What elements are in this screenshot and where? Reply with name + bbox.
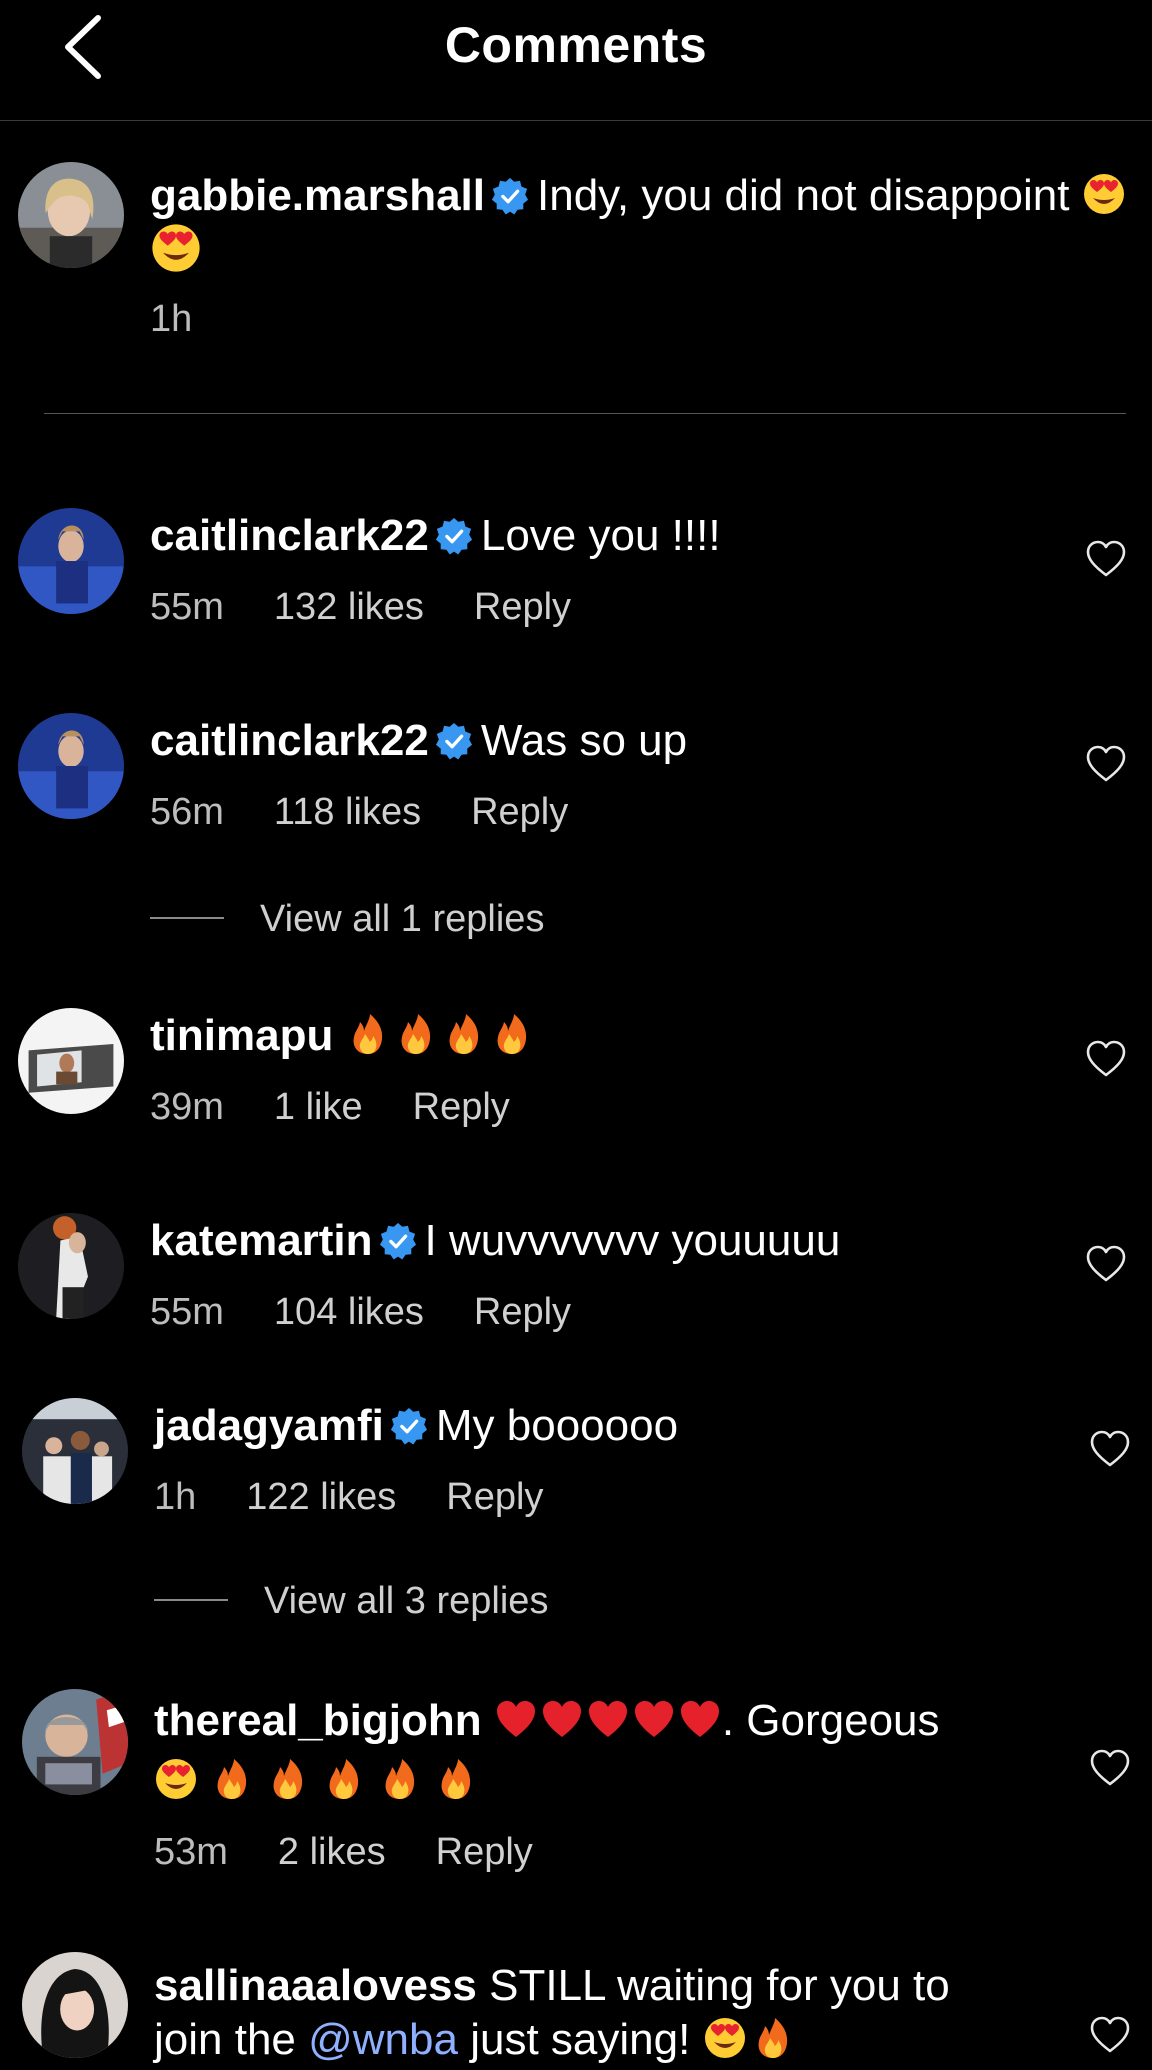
username[interactable]: sallinaaalovess (154, 1961, 477, 2010)
likes-count[interactable]: 122 likes (246, 1476, 396, 1518)
comment-text: My boooooo (435, 1401, 679, 1450)
comment-text: I wuvvvvvvv youuuuu (424, 1216, 841, 1265)
username[interactable]: gabbie.marshall (150, 171, 485, 220)
heart-outline-icon[interactable] (1086, 540, 1126, 578)
page-title: Comments (444, 17, 708, 73)
comment-text: Was so up (480, 716, 688, 765)
red-heart-emoji (632, 1697, 676, 1741)
reply-button[interactable]: Reply (474, 586, 571, 628)
avatar[interactable] (18, 508, 124, 614)
avatar[interactable] (22, 1398, 128, 1504)
view-replies-button[interactable]: View all 1 replies (150, 898, 544, 941)
comment-text: Love you !!!! (480, 511, 721, 560)
red-heart-emoji (586, 1697, 630, 1741)
comment-row: katemartin I wuvvvvvvv youuuuu 55m 104 lik… (0, 1205, 1152, 1345)
comment-text-continued: join the (154, 2015, 309, 2064)
heart-eyes-emoji (1082, 172, 1126, 216)
reply-button[interactable]: Reply (474, 1291, 571, 1333)
comment-row: caitlinclark22 Was so up 56m 118 likes Repl… (0, 705, 1152, 845)
top-bar: Comments (0, 0, 1152, 121)
likes-count[interactable]: 2 likes (278, 1831, 386, 1873)
timestamp: 55m (150, 586, 224, 628)
heart-outline-icon[interactable] (1086, 1245, 1126, 1283)
fire-emoji (210, 1757, 254, 1801)
avatar[interactable] (18, 1008, 124, 1114)
username[interactable]: caitlinclark22 (150, 511, 429, 560)
heart-outline-icon[interactable] (1086, 745, 1126, 783)
red-heart-emoji (540, 1697, 584, 1741)
avatar[interactable] (18, 713, 124, 819)
comment-text: STILL waiting for you to (489, 1961, 950, 2010)
verified-badge-icon (491, 177, 529, 215)
avatar[interactable] (22, 1952, 128, 2058)
heart-eyes-emoji (150, 222, 202, 274)
fire-emoji (442, 1012, 486, 1056)
reply-button[interactable]: Reply (436, 1831, 533, 1873)
timestamp: 1h (150, 298, 193, 340)
timestamp: 55m (150, 1291, 224, 1333)
username[interactable]: caitlinclark22 (150, 716, 429, 765)
verified-badge-icon (435, 722, 473, 760)
view-replies-button[interactable]: View all 3 replies (154, 1580, 548, 1623)
comment-row: sallinaaalovess STILL waiting for you to… (0, 1950, 1152, 2064)
likes-count[interactable]: 104 likes (274, 1291, 424, 1333)
avatar[interactable] (18, 1213, 124, 1319)
red-heart-emoji (678, 1697, 722, 1741)
timestamp: 56m (150, 791, 224, 833)
fire-emoji (434, 1757, 478, 1801)
reply-button[interactable]: Reply (413, 1086, 510, 1128)
timestamp: 39m (150, 1086, 224, 1128)
heart-outline-icon[interactable] (1090, 2016, 1130, 2054)
fire-emoji (394, 1012, 438, 1056)
timestamp: 53m (154, 1831, 228, 1873)
replies-divider (150, 917, 224, 919)
fire-emoji (490, 1012, 534, 1056)
mention-link[interactable]: @wnba (308, 2015, 458, 2064)
likes-count[interactable]: 1 like (274, 1086, 363, 1128)
caption: gabbie.marshall Indy, you did not disappo… (0, 150, 1152, 380)
avatar[interactable] (22, 1689, 128, 1795)
red-heart-emoji (494, 1697, 538, 1741)
reply-button[interactable]: Reply (446, 1476, 543, 1518)
comment-row: jadagyamfi My boooooo 1h 122 likes Reply (0, 1390, 1152, 1530)
likes-count[interactable]: 132 likes (274, 586, 424, 628)
comment-text-continued-end: just saying! (457, 2015, 691, 2064)
timestamp: 1h (154, 1476, 197, 1518)
heart-eyes-emoji (154, 1757, 198, 1801)
fire-emoji (346, 1012, 390, 1056)
verified-badge-icon (379, 1222, 417, 1260)
heart-outline-icon[interactable] (1090, 1430, 1130, 1468)
replies-divider (154, 1599, 228, 1601)
comment-row: tinimapu 39m 1 like Reply (0, 1000, 1152, 1140)
fire-emoji (378, 1757, 422, 1801)
username[interactable]: thereal_bigjohn (154, 1696, 482, 1745)
comment-text: . Gorgeous (721, 1696, 940, 1745)
heart-outline-icon[interactable] (1086, 1040, 1126, 1078)
divider (44, 413, 1126, 414)
verified-badge-icon (435, 517, 473, 555)
username[interactable]: tinimapu (150, 1011, 333, 1060)
likes-count[interactable]: 118 likes (274, 791, 421, 833)
avatar[interactable] (18, 162, 124, 268)
view-replies-label: View all 3 replies (264, 1580, 549, 1622)
verified-badge-icon (390, 1407, 428, 1445)
reply-button[interactable]: Reply (471, 791, 568, 833)
fire-emoji (322, 1757, 366, 1801)
username[interactable]: jadagyamfi (154, 1401, 384, 1450)
comment-row: thereal_bigjohn . Gorgeous 53m 2 likes Rep… (0, 1685, 1152, 1895)
fire-emoji (751, 2016, 795, 2060)
username[interactable]: katemartin (150, 1216, 373, 1265)
heart-outline-icon[interactable] (1090, 1749, 1130, 1787)
comment-row: caitlinclark22 Love you !!!! 55m 132 likes… (0, 500, 1152, 640)
view-replies-label: View all 1 replies (260, 898, 545, 940)
caption-text: Indy, you did not disappoint (537, 171, 1070, 220)
fire-emoji (266, 1757, 310, 1801)
heart-eyes-emoji (703, 2016, 747, 2060)
